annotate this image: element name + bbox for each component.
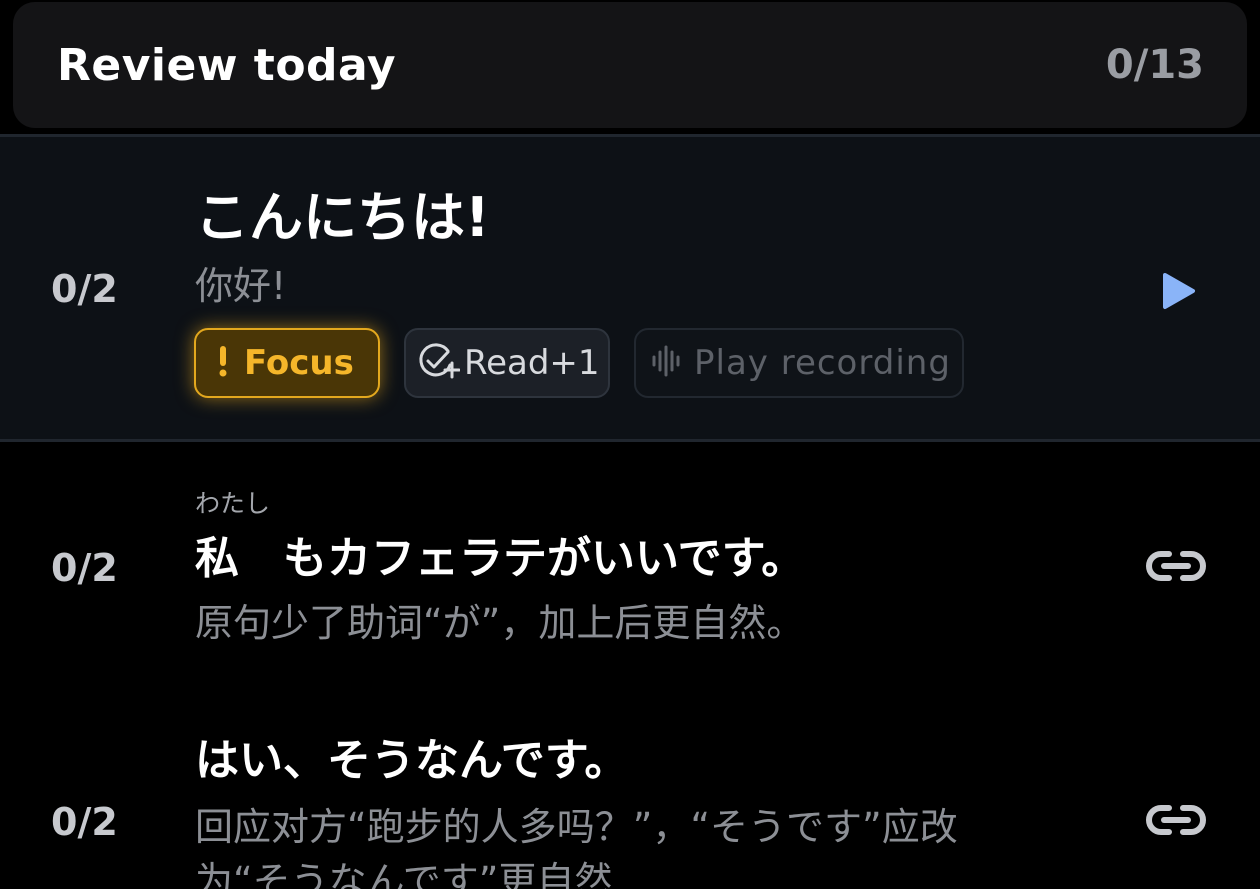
play-icon[interactable] — [1162, 272, 1196, 314]
sentence-practice-count: 0/2 — [51, 800, 118, 844]
play-recording-label: Play recording — [694, 343, 951, 383]
read-plus-one-button[interactable]: Read+1 — [404, 328, 610, 398]
link-icon[interactable] — [1145, 800, 1207, 844]
sentence-translation-continued: 为“そうなんです”更自然 — [195, 859, 613, 889]
review-screen: Review today 0/13 0/2 こんにちは! 你好! Focus R… — [0, 0, 1260, 889]
review-progress-count: 0/13 — [1105, 42, 1204, 88]
sentence-row-active[interactable]: 0/2 こんにちは! 你好! Focus Read+1 Play recordi… — [0, 134, 1260, 442]
focus-label: Focus — [244, 343, 354, 383]
check-plus-icon — [418, 341, 461, 385]
waveform-icon — [650, 344, 684, 382]
read-label: Read+1 — [464, 343, 600, 383]
focus-button[interactable]: Focus — [194, 328, 380, 398]
sentence-translation: 回应对方“跑步的人多吗？”，“そうです”应改 — [195, 805, 958, 849]
sentence-translation: 你好! — [195, 264, 287, 308]
sentence-japanese: はい、そうなんです。 — [195, 735, 629, 786]
review-header: Review today 0/13 — [13, 2, 1247, 128]
header-title: Review today — [57, 40, 397, 91]
sentence-practice-count: 0/2 — [51, 267, 118, 311]
sentence-practice-count: 0/2 — [51, 546, 118, 590]
sentence-japanese: 私 もカフェラテがいいです。 — [195, 533, 806, 584]
sentence-japanese: こんにちは! — [195, 186, 490, 249]
sentence-ruby: わたし — [195, 489, 271, 518]
play-recording-button[interactable]: Play recording — [634, 328, 964, 398]
link-icon[interactable] — [1145, 546, 1207, 590]
sentence-translation: 原句少了助词“が”，加上后更自然。 — [195, 601, 805, 645]
exclamation-icon — [218, 344, 228, 382]
